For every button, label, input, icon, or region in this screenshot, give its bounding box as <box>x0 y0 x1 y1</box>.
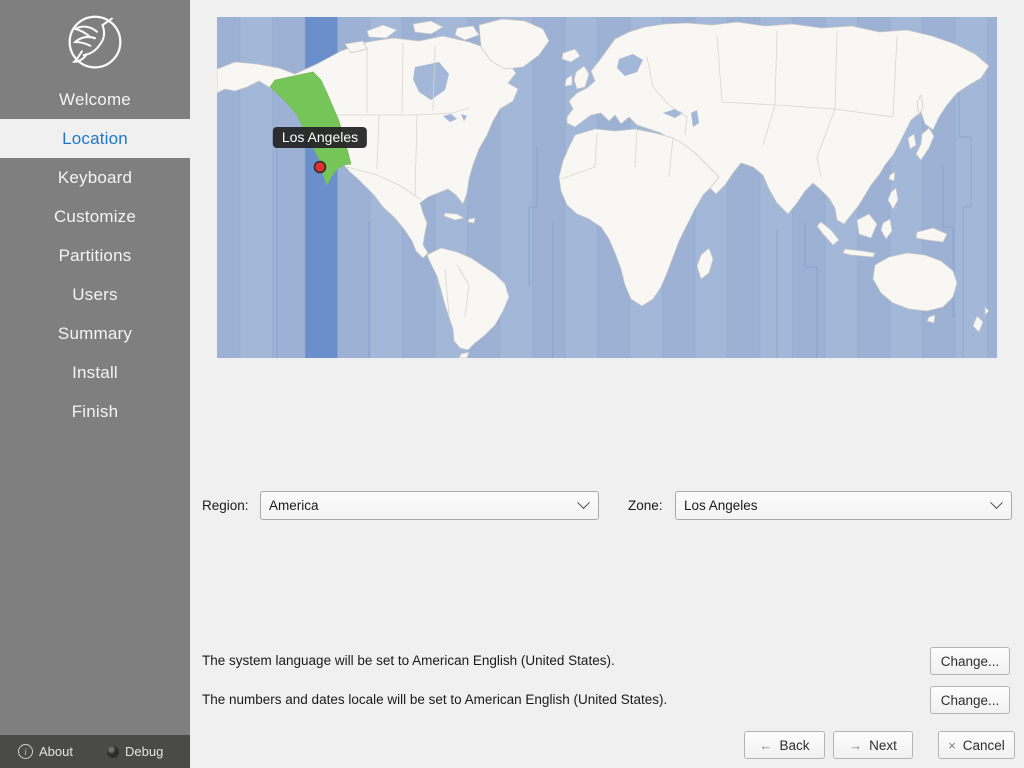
region-dropdown[interactable]: America <box>260 491 599 520</box>
change-language-button[interactable]: Change... <box>930 647 1010 675</box>
city-marker[interactable] <box>315 162 326 173</box>
about-label: About <box>39 744 73 759</box>
change-language-label: Change... <box>941 654 1000 669</box>
cancel-label: Cancel <box>963 738 1005 753</box>
language-message: The system language will be set to Ameri… <box>202 647 615 675</box>
world-map-image <box>217 17 997 358</box>
sidebar-item-partitions[interactable]: Partitions <box>0 236 190 275</box>
back-arrow-icon: ← <box>759 738 772 753</box>
zone-label: Zone: <box>628 491 663 520</box>
hummingbird-logo-icon <box>65 12 125 72</box>
next-button[interactable]: → Next <box>833 731 913 759</box>
change-locale-label: Change... <box>941 693 1000 708</box>
cancel-button[interactable]: × Cancel <box>938 731 1015 759</box>
chevron-down-icon <box>990 496 1003 509</box>
step-list: Welcome Location Keyboard Customize Part… <box>0 80 190 431</box>
locale-message: The numbers and dates locale will be set… <box>202 686 667 714</box>
sidebar-item-users[interactable]: Users <box>0 275 190 314</box>
debug-button[interactable]: Debug <box>107 744 163 759</box>
sidebar-item-summary[interactable]: Summary <box>0 314 190 353</box>
sidebar-item-welcome[interactable]: Welcome <box>0 80 190 119</box>
info-icon: i <box>18 744 33 759</box>
back-label: Back <box>779 738 809 753</box>
debug-label: Debug <box>125 744 163 759</box>
close-icon: × <box>948 738 956 753</box>
sidebar: Welcome Location Keyboard Customize Part… <box>0 0 190 768</box>
change-locale-button[interactable]: Change... <box>930 686 1010 714</box>
selected-city-label: Los Angeles <box>273 127 367 148</box>
back-button[interactable]: ← Back <box>744 731 825 759</box>
next-arrow-icon: → <box>849 738 862 753</box>
location-page: Los Angeles Region: America Zone: Los An… <box>190 0 1024 768</box>
sidebar-item-finish[interactable]: Finish <box>0 392 190 431</box>
timezone-map[interactable]: Los Angeles <box>217 17 997 358</box>
distro-logo <box>0 0 190 72</box>
sidebar-item-install[interactable]: Install <box>0 353 190 392</box>
region-label: Region: <box>202 491 249 520</box>
sidebar-item-location[interactable]: Location <box>0 119 190 158</box>
zone-value: Los Angeles <box>684 498 758 513</box>
installer-window: Welcome Location Keyboard Customize Part… <box>0 0 1024 768</box>
bug-icon <box>107 746 119 758</box>
sidebar-item-keyboard[interactable]: Keyboard <box>0 158 190 197</box>
zone-dropdown[interactable]: Los Angeles <box>675 491 1012 520</box>
about-button[interactable]: i About <box>18 744 73 759</box>
sidebar-footer: i About Debug <box>0 735 190 768</box>
next-label: Next <box>869 738 897 753</box>
region-value: America <box>269 498 319 513</box>
chevron-down-icon <box>577 496 590 509</box>
sidebar-item-customize[interactable]: Customize <box>0 197 190 236</box>
